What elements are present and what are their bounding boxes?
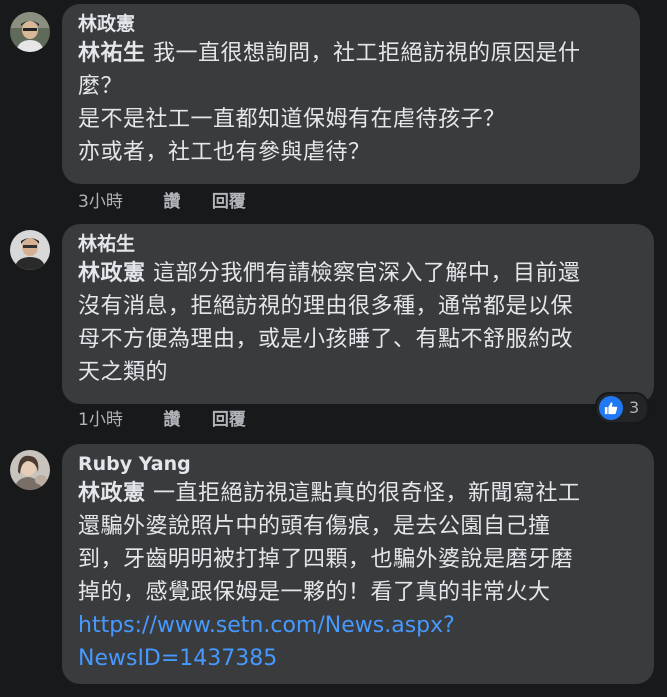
comment-bubble: Ruby Yang 林政憲 一直拒絕訪視這點真的很奇怪，新聞寫社工還騙外婆說照片… <box>62 444 654 684</box>
avatar[interactable] <box>10 230 50 270</box>
comment-timestamp[interactable]: 1小時 <box>78 408 158 432</box>
mention-tag[interactable]: 林政憲 <box>78 261 146 286</box>
news-link[interactable]: NewsID=1437385 <box>78 642 640 675</box>
reaction-count: 3 <box>629 398 640 417</box>
comment-author[interactable]: Ruby Yang <box>78 451 640 477</box>
reply-button[interactable]: 回覆 <box>212 408 246 432</box>
comment-3: Ruby Yang 林政憲 一直拒絕訪視這點真的很奇怪，新聞寫社工還騙外婆說照片… <box>0 440 667 697</box>
thumbs-up-icon <box>599 396 623 420</box>
comment-bubble: 林政憲 林祐生 我一直很想詢問，社工拒絕訪視的原因是什 麼？ 是不是社工一直都知道保… <box>62 4 640 184</box>
comment-line: 沒有消息，拒絕訪視的理由很多種，通常都是以保 <box>78 294 574 319</box>
comment-line: 母不方便為理由，或是小孩睡了、有點不舒服約改 <box>78 327 574 352</box>
reply-button[interactable]: 回覆 <box>212 190 246 214</box>
comment-line: 還騙外婆說照片中的頭有傷痕，是去公園自己撞 <box>78 514 551 539</box>
avatar[interactable] <box>10 450 50 490</box>
news-link[interactable]: https://www.setn.com/News.aspx? <box>78 609 640 642</box>
comment-2: 林祐生 林政憲 這部分我們有請檢察官深入了解中，目前還沒有消息，拒絕訪視的理由很… <box>0 220 667 440</box>
mention-tag[interactable]: 林祐生 <box>78 41 146 66</box>
avatar-image-icon <box>10 230 50 270</box>
comment-line: 一直拒絕訪視這點真的很奇怪，新聞寫社工 <box>145 481 581 506</box>
comment-line: 麼？ <box>78 74 124 99</box>
comment-author[interactable]: 林政憲 <box>78 11 626 37</box>
comment-line: 到，牙齒明明被打掉了四顆，也騙外婆說是磨牙磨 <box>78 547 574 572</box>
comment-actions: 3小時 讚 回覆 <box>78 190 272 214</box>
comment-actions: 1小時 讚 回覆 <box>78 408 272 432</box>
reaction-summary[interactable]: 3 <box>595 392 650 424</box>
comment-text: 林祐生 我一直很想詢問，社工拒絕訪視的原因是什 麼？ 是不是社工一直都知道保姆有在虐… <box>78 37 626 169</box>
avatar-image-icon <box>10 12 50 52</box>
comment-thread: 林政憲 林祐生 我一直很想詢問，社工拒絕訪視的原因是什 麼？ 是不是社工一直都知道保… <box>0 0 667 697</box>
comment-line: 亦或者，社工也有參與虐待？ <box>78 140 371 165</box>
comment-bubble: 林祐生 林政憲 這部分我們有請檢察官深入了解中，目前還沒有消息，拒絕訪視的理由很… <box>62 224 654 404</box>
comment-1: 林政憲 林祐生 我一直很想詢問，社工拒絕訪視的原因是什 麼？ 是不是社工一直都知道保… <box>0 0 667 220</box>
comment-line: 這部分我們有請檢察官深入了解中，目前還 <box>145 261 581 286</box>
avatar-image-icon <box>10 450 50 490</box>
comment-line: 天之類的 <box>78 360 169 385</box>
comment-text: 林政憲 一直拒絕訪視這點真的很奇怪，新聞寫社工還騙外婆說照片中的頭有傷痕，是去公… <box>78 477 640 609</box>
comment-author[interactable]: 林祐生 <box>78 231 640 257</box>
comment-line: 是不是社工一直都知道保姆有在虐待孩子？ <box>78 107 506 132</box>
comment-timestamp[interactable]: 3小時 <box>78 190 158 214</box>
mention-tag[interactable]: 林政憲 <box>78 481 146 506</box>
like-button[interactable]: 讚 <box>163 190 180 214</box>
comment-text: 林政憲 這部分我們有請檢察官深入了解中，目前還沒有消息，拒絕訪視的理由很多種，通… <box>78 257 640 389</box>
comment-line: 掉的，感覺跟保姆是一夥的！看了真的非常火大 <box>78 580 551 605</box>
like-button[interactable]: 讚 <box>163 408 180 432</box>
comment-line: 我一直很想詢問，社工拒絕訪視的原因是什 <box>145 41 581 66</box>
avatar[interactable] <box>10 12 50 52</box>
